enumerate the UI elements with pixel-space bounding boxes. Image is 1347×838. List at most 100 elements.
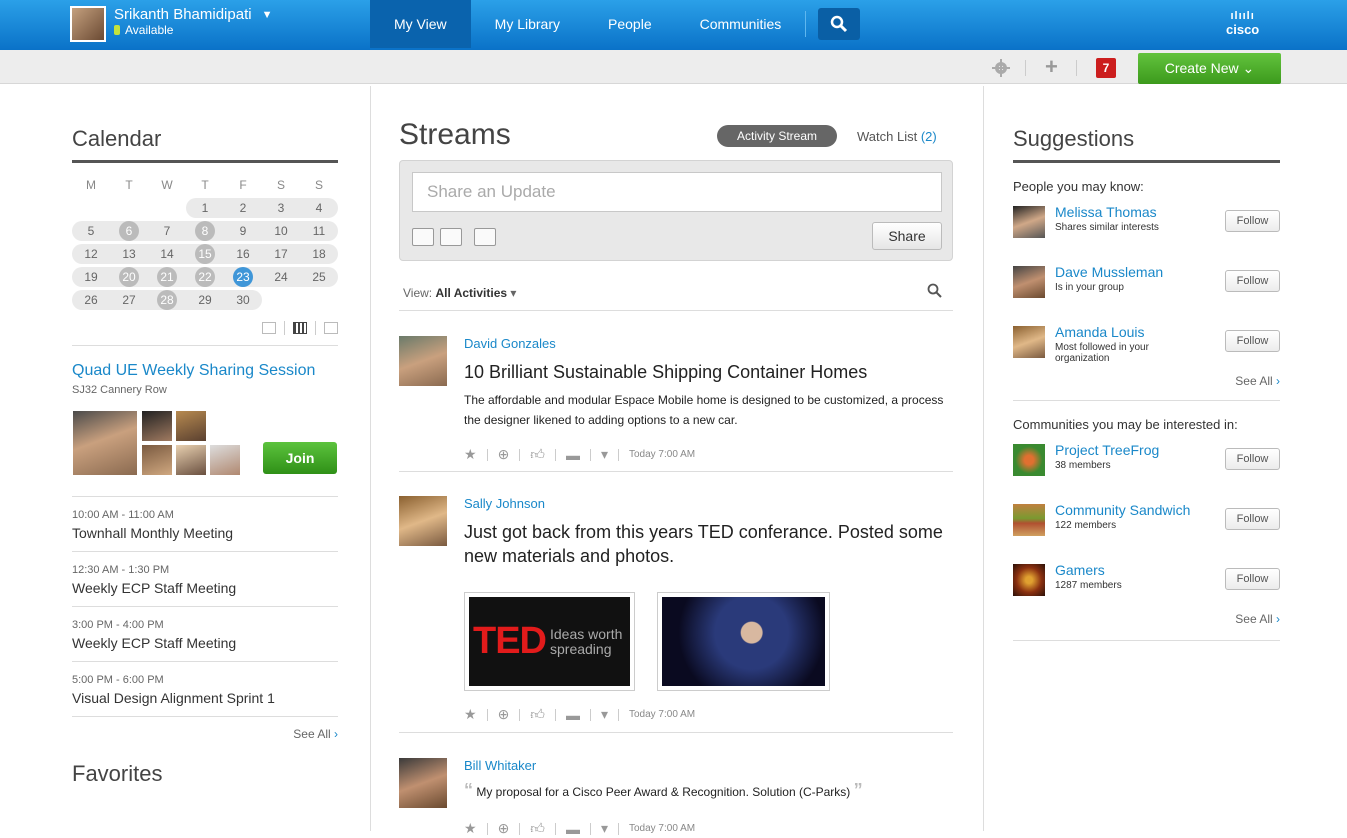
month-view-icon[interactable] (293, 322, 307, 334)
plus-icon[interactable]: + (1045, 56, 1058, 78)
calendar-day[interactable]: 5 (72, 221, 110, 241)
document-icon[interactable] (412, 228, 434, 246)
post-author-link[interactable]: Sally Johnson (464, 496, 545, 511)
person-avatar[interactable] (1013, 266, 1045, 298)
comment-icon[interactable]: ▬ (566, 447, 580, 463)
tab-people[interactable]: People (584, 0, 676, 48)
activity-stream-tab[interactable]: Activity Stream (717, 125, 837, 147)
share-update-input[interactable]: Share an Update (412, 172, 942, 212)
calendar-day[interactable]: 21 (148, 266, 186, 287)
see-all-schedule-link[interactable]: See All › (72, 727, 338, 741)
calendar-day[interactable]: 20 (110, 266, 148, 287)
video-icon[interactable] (474, 228, 496, 246)
community-name-link[interactable]: Project TreeFrog (1055, 442, 1159, 458)
attendee-avatar[interactable] (141, 444, 173, 476)
post-author-link[interactable]: David Gonzales (464, 336, 556, 351)
calendar-day[interactable]: 10 (262, 221, 300, 241)
calendar-day[interactable]: 13 (110, 244, 148, 264)
view-filter[interactable]: View: All Activities ▾ (403, 286, 516, 300)
star-icon[interactable]: ★ (464, 706, 477, 723)
calendar-day[interactable]: 29 (186, 290, 224, 310)
attendee-avatar[interactable] (72, 410, 138, 476)
attendee-avatar[interactable] (175, 410, 207, 442)
watch-list-tab[interactable]: Watch List (2) (857, 129, 937, 144)
author-avatar[interactable] (399, 758, 447, 808)
user-menu[interactable]: Srikanth Bhamidipati Available ▼ (70, 6, 272, 42)
attendee-avatar[interactable] (175, 444, 207, 476)
create-new-button[interactable]: Create New ⌄ (1138, 53, 1281, 84)
schedule-item[interactable]: 10:00 AM - 11:00 AM Townhall Monthly Meet… (72, 496, 338, 551)
post-author-link[interactable]: Bill Whitaker (464, 758, 536, 773)
calendar-day[interactable]: 30 (224, 290, 262, 310)
calendar-day[interactable]: 25 (300, 267, 338, 287)
post-title[interactable]: Just got back from this years TED confer… (464, 520, 944, 568)
calendar-day[interactable]: 9 (224, 221, 262, 241)
person-avatar[interactable] (1013, 326, 1045, 358)
tab-my-view[interactable]: My View (370, 0, 471, 48)
follow-button[interactable]: Follow (1225, 448, 1280, 470)
person-name-link[interactable]: Dave Mussleman (1055, 264, 1163, 280)
event-title-link[interactable]: Quad UE Weekly Sharing Session (72, 362, 338, 380)
thumbs-up-icon[interactable]: 👍︎ (530, 706, 545, 723)
star-icon[interactable]: ★ (464, 820, 477, 837)
year-view-icon[interactable] (324, 322, 338, 334)
star-icon[interactable]: ★ (464, 446, 477, 463)
community-avatar[interactable] (1013, 564, 1045, 596)
community-avatar[interactable] (1013, 504, 1045, 536)
thumbs-up-icon[interactable]: 👍︎ (530, 820, 545, 837)
chevron-down-icon[interactable]: ▼ (262, 9, 273, 21)
community-name-link[interactable]: Gamers (1055, 562, 1105, 578)
caret-down-icon[interactable]: ▾ (601, 706, 608, 723)
caret-down-icon[interactable]: ▾ (601, 820, 608, 837)
follow-button[interactable]: Follow (1225, 508, 1280, 530)
speaker-photo[interactable] (657, 592, 830, 691)
tab-communities[interactable]: Communities (676, 0, 806, 48)
calendar-day[interactable]: 6 (110, 220, 148, 241)
calendar-day[interactable]: 12 (72, 244, 110, 264)
calendar-day[interactable]: 16 (224, 244, 262, 264)
comment-icon[interactable]: ▬ (566, 707, 580, 723)
follow-button[interactable]: Follow (1225, 270, 1280, 292)
community-name-link[interactable]: Community Sandwich (1055, 502, 1190, 518)
attendee-avatar[interactable] (141, 410, 173, 442)
share-button[interactable]: Share (872, 222, 942, 250)
ted-image[interactable]: TED Ideas worth spreading (464, 592, 635, 691)
photo-icon[interactable] (440, 228, 462, 246)
global-search-button[interactable] (818, 8, 860, 40)
calendar-day[interactable]: 3 (262, 198, 300, 218)
calendar-day[interactable]: 27 (110, 290, 148, 310)
thumbs-up-icon[interactable]: 👍︎ (530, 446, 545, 463)
search-icon[interactable] (927, 283, 943, 299)
calendar-day[interactable]: 11 (300, 221, 338, 241)
calendar-day[interactable]: 8 (186, 220, 224, 241)
notification-badge[interactable]: 7 (1096, 58, 1116, 78)
calendar-day[interactable]: 7 (148, 221, 186, 241)
community-avatar[interactable] (1013, 444, 1045, 476)
gear-icon[interactable] (992, 59, 1010, 77)
day-view-icon[interactable] (262, 322, 276, 334)
join-button[interactable]: Join (263, 442, 337, 474)
tab-my-library[interactable]: My Library (471, 0, 584, 48)
person-name-link[interactable]: Amanda Louis (1055, 324, 1145, 340)
calendar-day[interactable]: 1 (186, 198, 224, 218)
person-avatar[interactable] (1013, 206, 1045, 238)
calendar-day[interactable]: 26 (72, 290, 110, 310)
author-avatar[interactable] (399, 496, 447, 546)
calendar-day[interactable]: 24 (262, 267, 300, 287)
follow-button[interactable]: Follow (1225, 210, 1280, 232)
follow-button[interactable]: Follow (1225, 330, 1280, 352)
calendar-day[interactable]: 2 (224, 198, 262, 218)
calendar-day[interactable]: 18 (300, 244, 338, 264)
post-title[interactable]: 10 Brilliant Sustainable Shipping Contai… (464, 360, 867, 384)
calendar-day[interactable]: 23 (224, 266, 262, 287)
follow-button[interactable]: Follow (1225, 568, 1280, 590)
see-all-people-link[interactable]: See All › (1013, 374, 1280, 388)
calendar-day[interactable]: 22 (186, 266, 224, 287)
schedule-item[interactable]: 12:30 AM - 1:30 PM Weekly ECP Staff Meeti… (72, 551, 338, 606)
person-name-link[interactable]: Melissa Thomas (1055, 204, 1157, 220)
plus-circle-icon[interactable]: ⊕ (498, 446, 510, 463)
attendee-avatar[interactable] (209, 444, 241, 476)
calendar-day[interactable]: 4 (300, 198, 338, 218)
calendar-day[interactable]: 28 (148, 289, 186, 310)
plus-circle-icon[interactable]: ⊕ (498, 820, 510, 837)
